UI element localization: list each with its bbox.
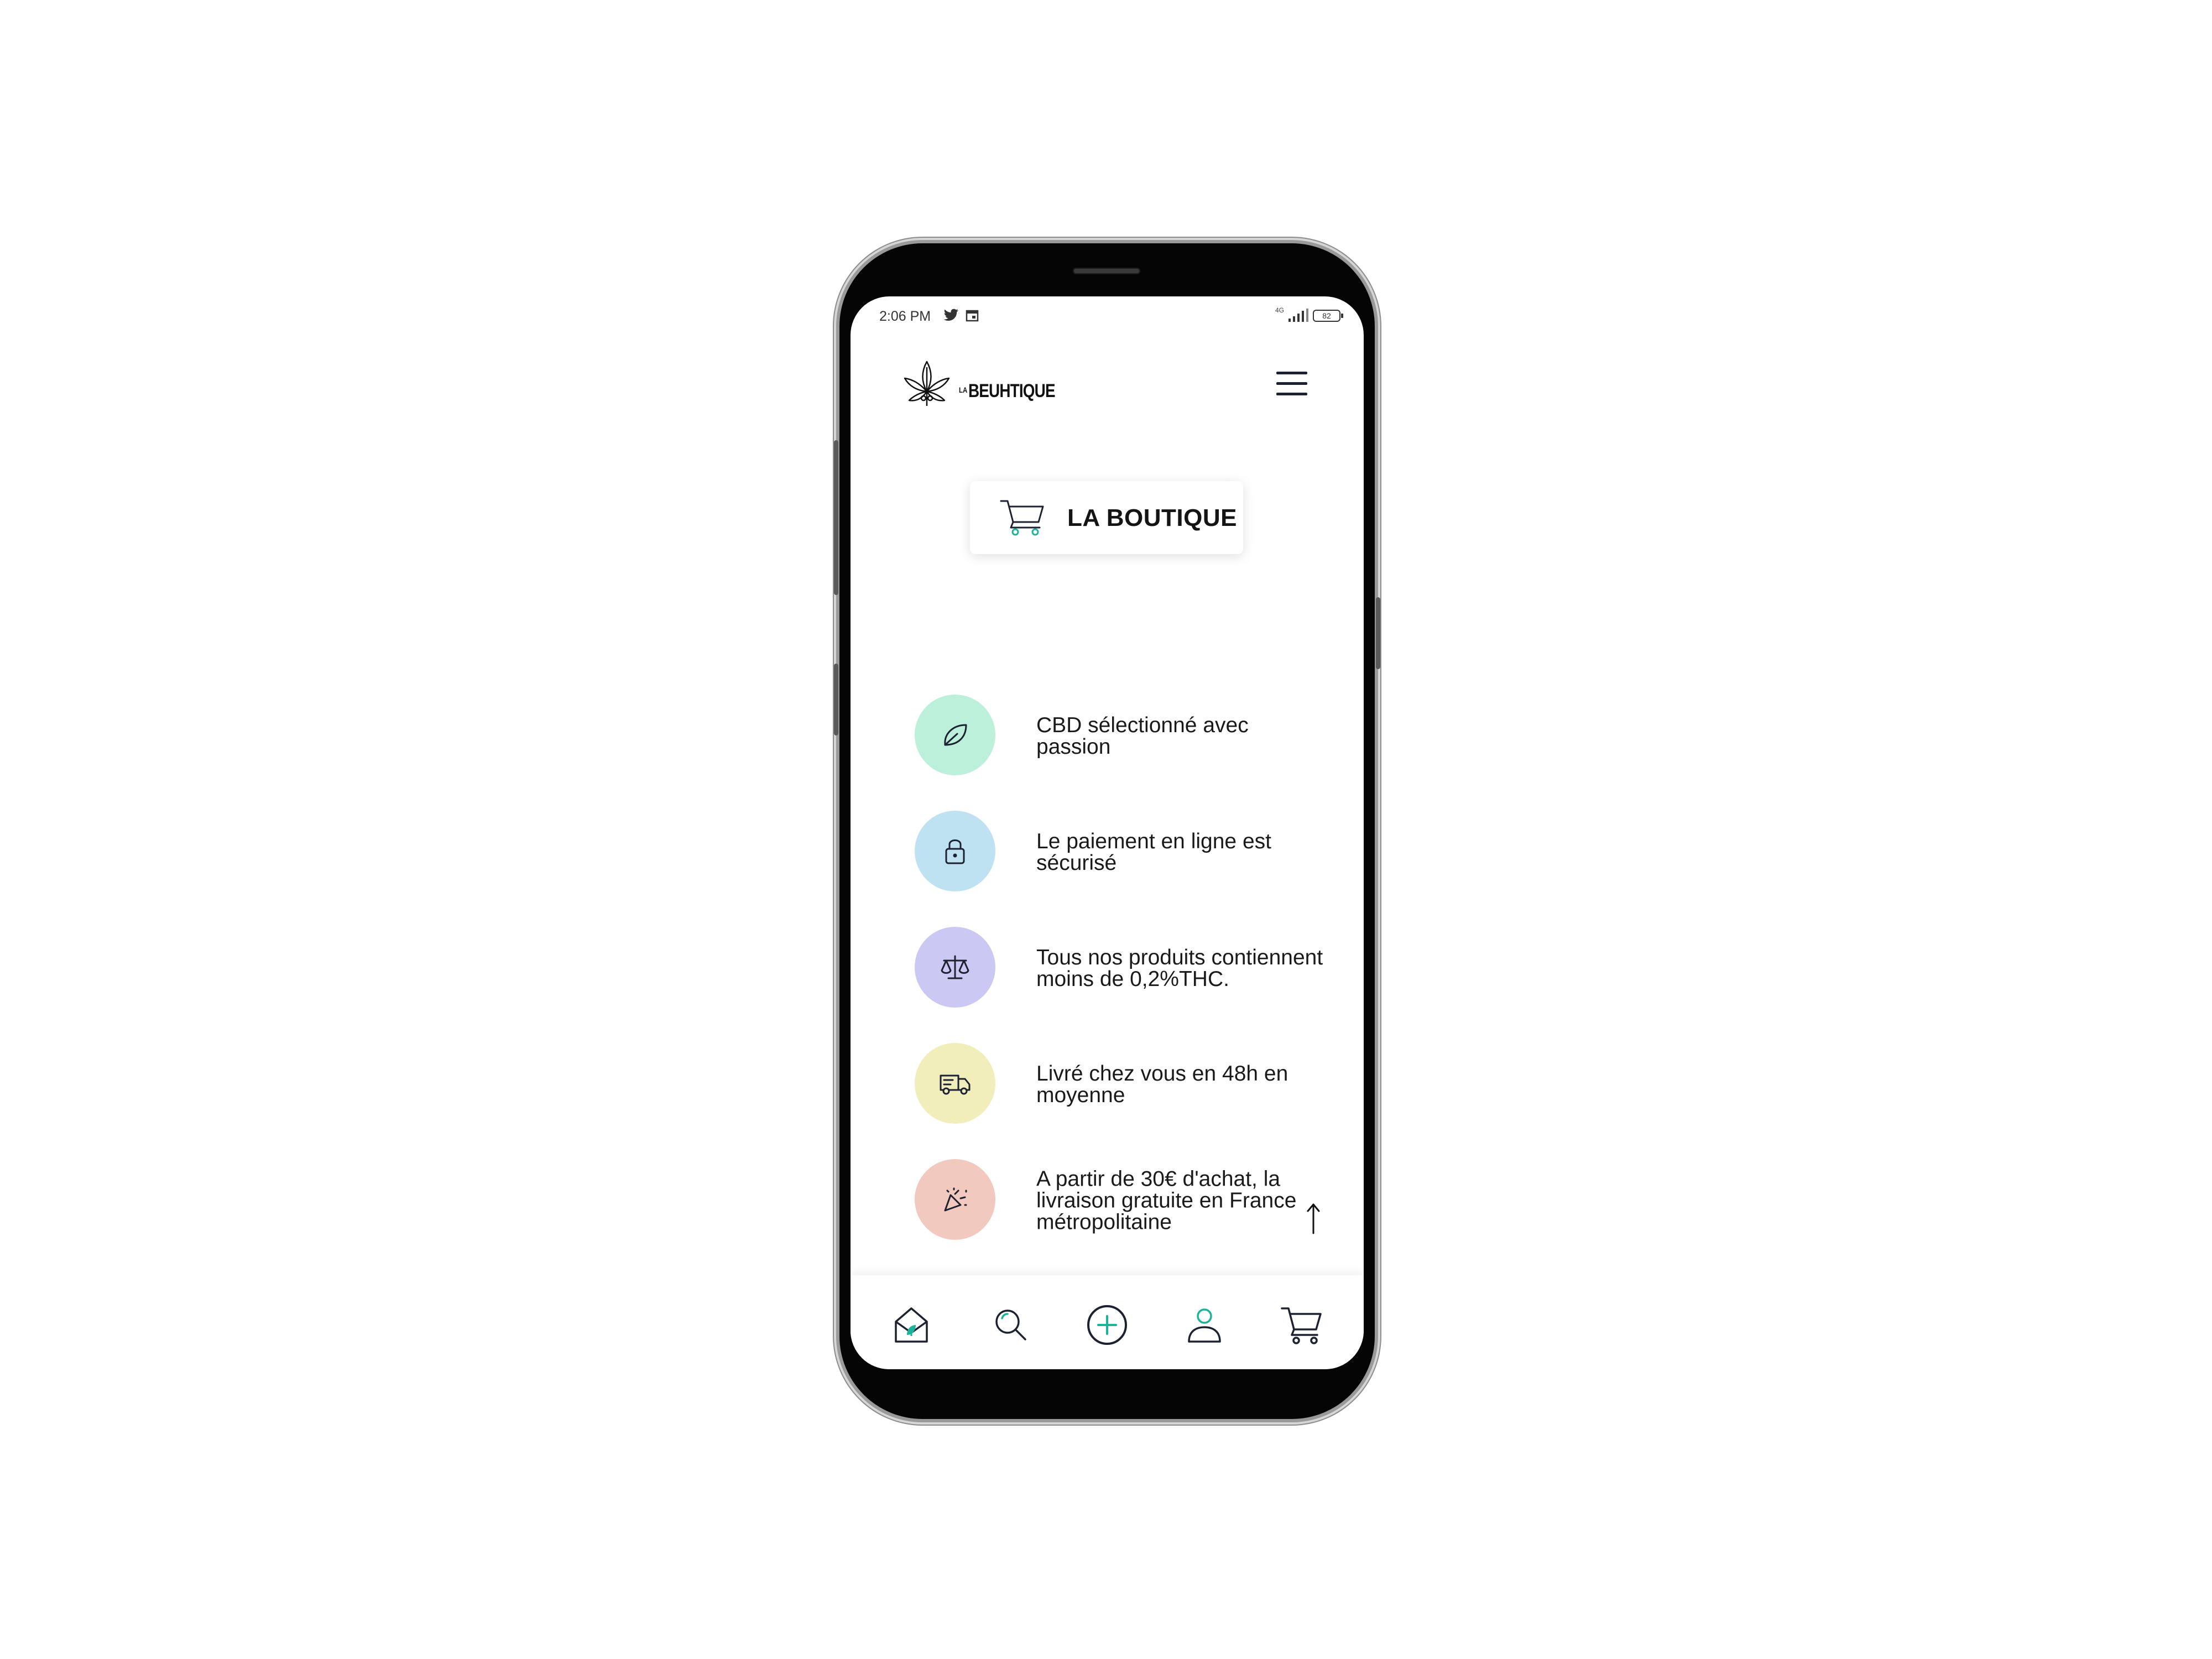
truck-icon	[940, 1074, 971, 1095]
home-icon[interactable]	[889, 1303, 933, 1347]
feature-icon-circle	[915, 811, 995, 891]
bottom-navigation	[851, 1275, 1364, 1369]
shopping-cart-icon	[1000, 500, 1044, 536]
feature-item-delivery: Livré chez vous en 48h en moyenne	[915, 1043, 1335, 1126]
status-time: 2:06 PM	[879, 309, 931, 324]
brand-wordmark: BEUHTIQUE	[968, 380, 1056, 401]
phone-frame: 2:06 PM 4G 82 LABEUHTIQUE LA BOUTIQUE CB…	[834, 243, 1380, 1419]
battery-indicator: 82	[1313, 310, 1343, 322]
calendar-icon	[966, 310, 979, 322]
phone-speaker	[1073, 268, 1140, 274]
feature-item-cbd: CBD sélectionné avec passion	[915, 695, 1335, 778]
brand-name: LABEUHTIQUE	[959, 380, 1056, 402]
feature-item-free-shipping: A partir de 30€ d'achat, la livraison gr…	[915, 1159, 1335, 1242]
app-screen: 2:06 PM 4G 82 LABEUHTIQUE LA BOUTIQUE CB…	[851, 296, 1364, 1369]
feature-text: Tous nos produits contiennent moins de 0…	[1036, 946, 1323, 991]
feature-item-secure-payment: Le paiement en ligne est sécurisé	[915, 811, 1335, 894]
search-icon[interactable]	[989, 1303, 1033, 1347]
feature-icon-circle	[915, 695, 995, 775]
feature-text: CBD sélectionné avec passion	[1036, 713, 1249, 759]
twitter-icon	[943, 309, 958, 321]
brand-prefix: LA	[959, 385, 968, 394]
menu-line	[1276, 382, 1307, 385]
shop-button[interactable]: LA BOUTIQUE	[970, 481, 1243, 554]
lock-icon	[945, 839, 965, 864]
leaf-icon	[944, 724, 967, 746]
cart-icon[interactable]	[1280, 1303, 1324, 1347]
scale-icon	[941, 955, 969, 979]
feature-text: A partir de 30€ d'achat, la livraison gr…	[1036, 1167, 1297, 1234]
user-icon[interactable]	[1182, 1303, 1227, 1347]
phone-power-button	[1376, 597, 1380, 669]
shop-button-label: LA BOUTIQUE	[1067, 504, 1237, 531]
feature-icon-circle	[915, 1043, 995, 1124]
add-circle-icon[interactable]	[1085, 1303, 1129, 1347]
menu-line	[1276, 372, 1307, 374]
signal-icon	[1288, 309, 1308, 322]
feature-text: Le paiement en ligne est sécurisé	[1036, 830, 1271, 875]
feature-item-thc: Tous nos produits contiennent moins de 0…	[915, 927, 1335, 1010]
cannabis-leaf-logo-icon	[904, 361, 950, 406]
party-popper-icon	[944, 1187, 967, 1212]
network-type: 4G	[1275, 306, 1285, 314]
phone-side-button	[834, 664, 838, 735]
feature-text: Livré chez vous en 48h en moyenne	[1036, 1062, 1288, 1107]
feature-icon-circle	[915, 927, 995, 1008]
feature-icon-circle	[915, 1159, 995, 1240]
hamburger-menu-icon[interactable]	[1276, 372, 1307, 396]
arrow-up-icon[interactable]	[1305, 1202, 1322, 1235]
menu-line	[1276, 393, 1307, 395]
phone-side-button	[834, 440, 838, 595]
status-bar: 2:06 PM 4G 82	[851, 296, 1364, 335]
